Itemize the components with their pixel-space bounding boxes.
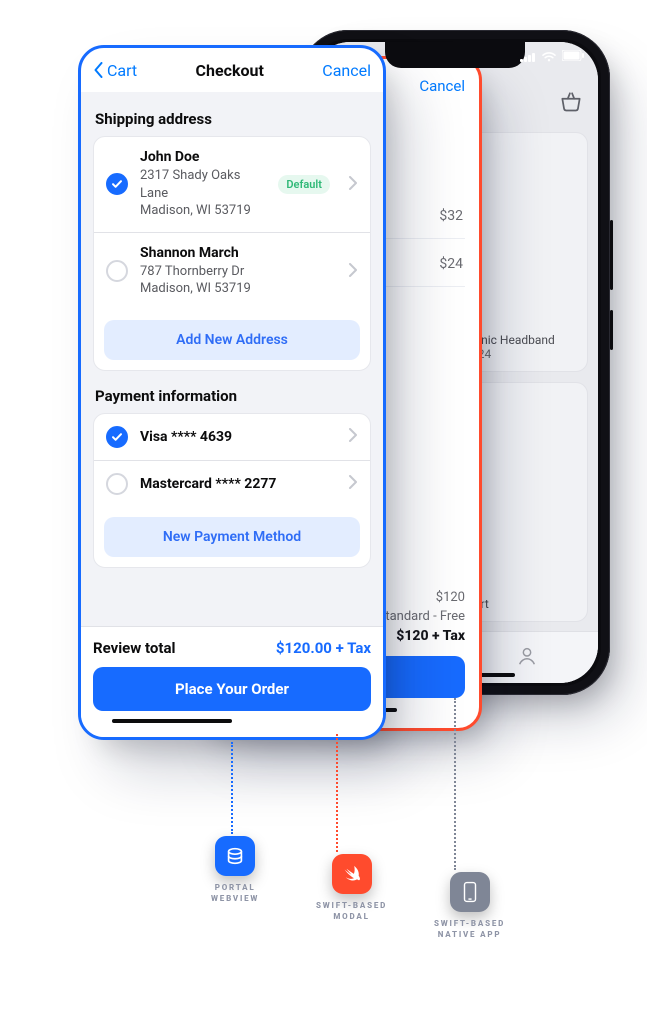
callout-portal: PORTALWEBVIEW: [211, 836, 259, 904]
device-notch: [385, 42, 525, 68]
callout-swift-label: SWIFT-BASEDMODAL: [316, 900, 387, 922]
status-bar: [520, 46, 584, 57]
callout-native: SWIFT-BASEDNATIVE APP: [434, 872, 505, 940]
callout-portal-label: PORTALWEBVIEW: [211, 882, 259, 904]
callout-line-native: [454, 698, 456, 870]
cellular-signal-icon: [520, 47, 536, 57]
native-chip-icon: [450, 872, 490, 912]
wifi-icon: [542, 47, 556, 57]
callouts-layer: PORTALWEBVIEW SWIFT-BASEDMODAL SWIFT-BAS…: [0, 0, 647, 1024]
callout-native-label: SWIFT-BASEDNATIVE APP: [434, 918, 505, 940]
callout-line-portal: [231, 742, 233, 834]
battery-icon: [562, 46, 584, 57]
callout-swift: SWIFT-BASEDMODAL: [316, 854, 387, 922]
swift-chip-icon: [332, 854, 372, 894]
callout-line-swift: [336, 734, 338, 852]
portal-chip-icon: [215, 836, 255, 876]
